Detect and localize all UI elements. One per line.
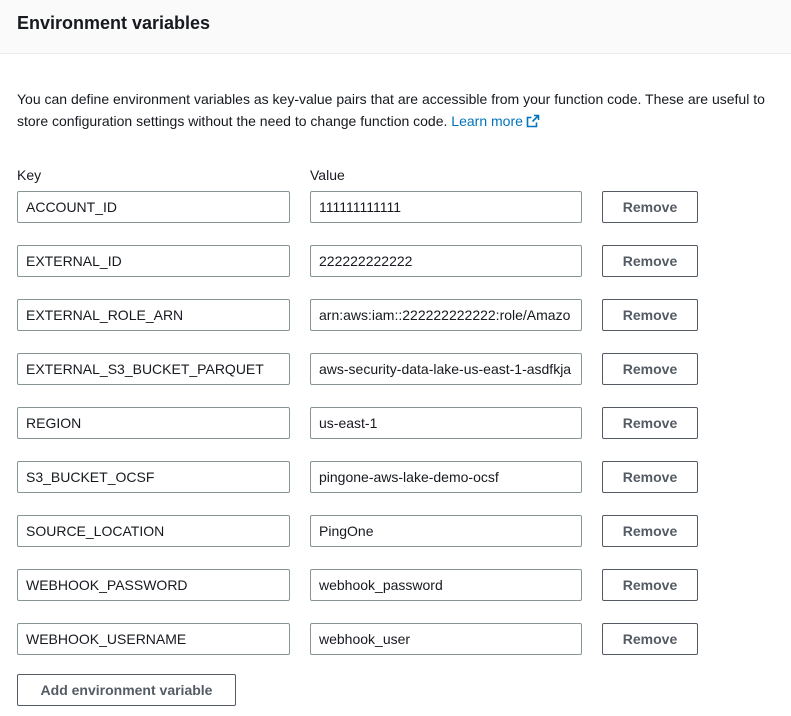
key-column-label: Key — [17, 167, 42, 183]
value-input[interactable]: pingone-aws-lake-demo-ocsf — [310, 461, 582, 493]
add-environment-variable-button[interactable]: Add environment variable — [17, 674, 236, 706]
variable-row: EXTERNAL_S3_BUCKET_PARQUET aws-security-… — [17, 353, 717, 385]
variable-row: SOURCE_LOCATION PingOne Remove — [17, 515, 717, 547]
value-input[interactable]: PingOne — [310, 515, 582, 547]
value-input[interactable]: 222222222222 — [310, 245, 582, 277]
remove-button[interactable]: Remove — [602, 569, 698, 601]
section-description: You can define environment variables as … — [17, 88, 787, 134]
remove-button[interactable]: Remove — [602, 407, 698, 439]
key-input[interactable]: REGION — [17, 407, 290, 439]
key-input[interactable]: S3_BUCKET_OCSF — [17, 461, 290, 493]
key-input[interactable]: SOURCE_LOCATION — [17, 515, 290, 547]
value-input[interactable]: webhook_user — [310, 623, 582, 655]
remove-button[interactable]: Remove — [602, 191, 698, 223]
variable-row: S3_BUCKET_OCSF pingone-aws-lake-demo-ocs… — [17, 461, 717, 493]
remove-button[interactable]: Remove — [602, 515, 698, 547]
remove-button[interactable]: Remove — [602, 623, 698, 655]
learn-more-label: Learn more — [451, 113, 523, 129]
variable-row: ACCOUNT_ID 111111111111 Remove — [17, 191, 717, 223]
variables-list: ACCOUNT_ID 111111111111 Remove EXTERNAL_… — [17, 191, 717, 677]
key-input[interactable]: EXTERNAL_ID — [17, 245, 290, 277]
key-input[interactable]: WEBHOOK_PASSWORD — [17, 569, 290, 601]
value-input[interactable]: aws-security-data-lake-us-east-1-asdfkja — [310, 353, 582, 385]
value-input[interactable]: 111111111111 — [310, 191, 582, 223]
key-input[interactable]: ACCOUNT_ID — [17, 191, 290, 223]
value-input[interactable]: webhook_password — [310, 569, 582, 601]
learn-more-link[interactable]: Learn more — [451, 113, 540, 129]
external-link-icon — [526, 112, 540, 134]
variable-row: EXTERNAL_ROLE_ARN arn:aws:iam::222222222… — [17, 299, 717, 331]
remove-button[interactable]: Remove — [602, 245, 698, 277]
key-input[interactable]: EXTERNAL_ROLE_ARN — [17, 299, 290, 331]
key-input[interactable]: WEBHOOK_USERNAME — [17, 623, 290, 655]
section-header: Environment variables — [0, 0, 791, 54]
value-input[interactable]: arn:aws:iam::222222222222:role/Amazo — [310, 299, 582, 331]
key-input[interactable]: EXTERNAL_S3_BUCKET_PARQUET — [17, 353, 290, 385]
value-column-label: Value — [310, 167, 345, 183]
value-input[interactable]: us-east-1 — [310, 407, 582, 439]
remove-button[interactable]: Remove — [602, 461, 698, 493]
variable-row: WEBHOOK_USERNAME webhook_user Remove — [17, 623, 717, 655]
variable-row: WEBHOOK_PASSWORD webhook_password Remove — [17, 569, 717, 601]
description-text: You can define environment variables as … — [17, 91, 765, 129]
remove-button[interactable]: Remove — [602, 353, 698, 385]
variable-row: REGION us-east-1 Remove — [17, 407, 717, 439]
section-title: Environment variables — [17, 13, 211, 33]
remove-button[interactable]: Remove — [602, 299, 698, 331]
variable-row: EXTERNAL_ID 222222222222 Remove — [17, 245, 717, 277]
